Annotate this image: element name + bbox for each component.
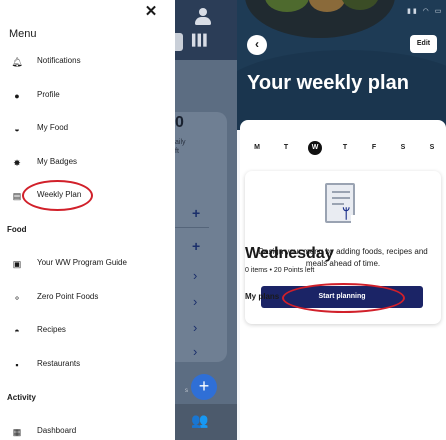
day-friday[interactable]: F xyxy=(367,141,381,155)
status-bar-icons: ▮▮ ◠ ▭ xyxy=(407,8,444,15)
day-selector: M T W T F S S xyxy=(250,141,434,157)
day-thursday[interactable]: T xyxy=(338,141,352,155)
chevron-right-icon[interactable]: › xyxy=(193,344,197,359)
chevron-right-icon[interactable]: › xyxy=(193,320,197,335)
recipe-icon: ◓ xyxy=(14,326,20,336)
menu-item-label: Notifications xyxy=(37,56,81,65)
menu-item-my-badges[interactable]: ✸ My Badges xyxy=(0,153,175,173)
menu-item-label: Your WW Program Guide xyxy=(37,258,127,267)
bottom-nav-label: s xyxy=(185,388,188,394)
menu-item-restaurants[interactable]: ▪ Restaurants xyxy=(0,355,175,375)
dashboard-icon: ▦ xyxy=(12,427,22,437)
side-drawer: ✕ Menu 🔔︎ Notifications ● Profile ◒ My F… xyxy=(0,0,175,440)
day-saturday[interactable]: S xyxy=(396,141,410,155)
day-wednesday[interactable]: W xyxy=(308,141,322,155)
add-icon[interactable]: + xyxy=(192,205,200,221)
divider xyxy=(175,227,209,228)
cutlery-icon: ᛘ xyxy=(342,205,351,221)
selected-day-heading: Wednesday xyxy=(245,245,334,262)
zero-point-icon: ⚬ xyxy=(13,293,21,303)
points-value: 0 xyxy=(175,114,184,131)
menu-item-label: Zero Point Foods xyxy=(37,292,99,301)
highlight-ring xyxy=(22,180,93,211)
day-monday[interactable]: M xyxy=(250,141,264,155)
chevron-right-icon[interactable]: › xyxy=(193,268,197,283)
highlight-ring xyxy=(282,283,405,313)
page-title: Your weekly plan xyxy=(247,72,409,94)
back-button[interactable]: ‹ xyxy=(247,35,267,55)
close-icon[interactable]: ✕ xyxy=(142,2,160,20)
left-screenshot: ▌▌▌ 0 aily ft + + › › › › + s 👥 ✕ Menu 🔔︎… xyxy=(0,0,237,440)
menu-item-label: Recipes xyxy=(37,325,66,334)
barcode-icon[interactable]: ▌▌▌ xyxy=(192,34,210,47)
section-header-activity: Activity xyxy=(7,393,36,402)
restaurant-icon: ▪ xyxy=(15,360,19,370)
day-tuesday[interactable]: T xyxy=(279,141,293,155)
add-icon[interactable]: + xyxy=(192,238,200,254)
drawer-title: Menu xyxy=(9,28,37,40)
menu-item-label: My Badges xyxy=(37,157,78,166)
menu-item-label: My Food xyxy=(37,123,69,132)
search-field-edge[interactable] xyxy=(175,33,183,51)
badge-icon: ✸ xyxy=(13,158,21,168)
add-fab-button[interactable]: + xyxy=(191,374,217,400)
menu-item-zero-point-foods[interactable]: ⚬ Zero Point Foods xyxy=(0,288,175,308)
book-icon: ▣ xyxy=(12,259,22,269)
menu-item-my-food[interactable]: ◒ My Food xyxy=(0,119,175,139)
chevron-right-icon[interactable]: › xyxy=(193,294,197,309)
menu-item-program-guide[interactable]: ▣ Your WW Program Guide xyxy=(0,254,175,274)
plan-sheet: M T W T F S S ᛘ Design your menu by addi… xyxy=(240,120,446,440)
community-icon[interactable]: 👥 xyxy=(191,412,208,429)
edit-button[interactable]: Edit xyxy=(410,35,437,53)
menu-item-dashboard[interactable]: ▦ Dashboard xyxy=(0,422,175,440)
menu-item-label: Restaurants xyxy=(37,359,81,368)
menu-item-recipes[interactable]: ◓ Recipes xyxy=(0,321,175,341)
menu-item-label: Profile xyxy=(37,90,60,99)
profile-icon[interactable] xyxy=(195,8,211,26)
day-summary: 0 items • 20 Points left xyxy=(245,267,315,274)
menu-item-notifications[interactable]: 🔔︎ Notifications xyxy=(0,52,175,72)
hero-image: ▮▮ ◠ ▭ ‹ Edit Your weekly plan xyxy=(237,0,446,130)
bell-icon: 🔔︎ xyxy=(11,57,23,67)
right-screenshot: ▮▮ ◠ ▭ ‹ Edit Your weekly plan M T W T F… xyxy=(237,0,446,440)
points-caption: aily ft xyxy=(175,139,186,155)
menu-item-label: Dashboard xyxy=(37,426,77,435)
meal-plan-icon xyxy=(325,183,365,231)
section-header-food: Food xyxy=(7,225,27,234)
menu-item-profile[interactable]: ● Profile xyxy=(0,86,175,106)
bowl-icon: ◒ xyxy=(14,124,20,134)
background-app: ▌▌▌ 0 aily ft + + › › › › + s 👥 xyxy=(175,0,237,440)
my-plans-heading: My plans xyxy=(245,292,280,301)
person-icon: ● xyxy=(14,91,20,101)
day-sunday[interactable]: S xyxy=(425,141,439,155)
